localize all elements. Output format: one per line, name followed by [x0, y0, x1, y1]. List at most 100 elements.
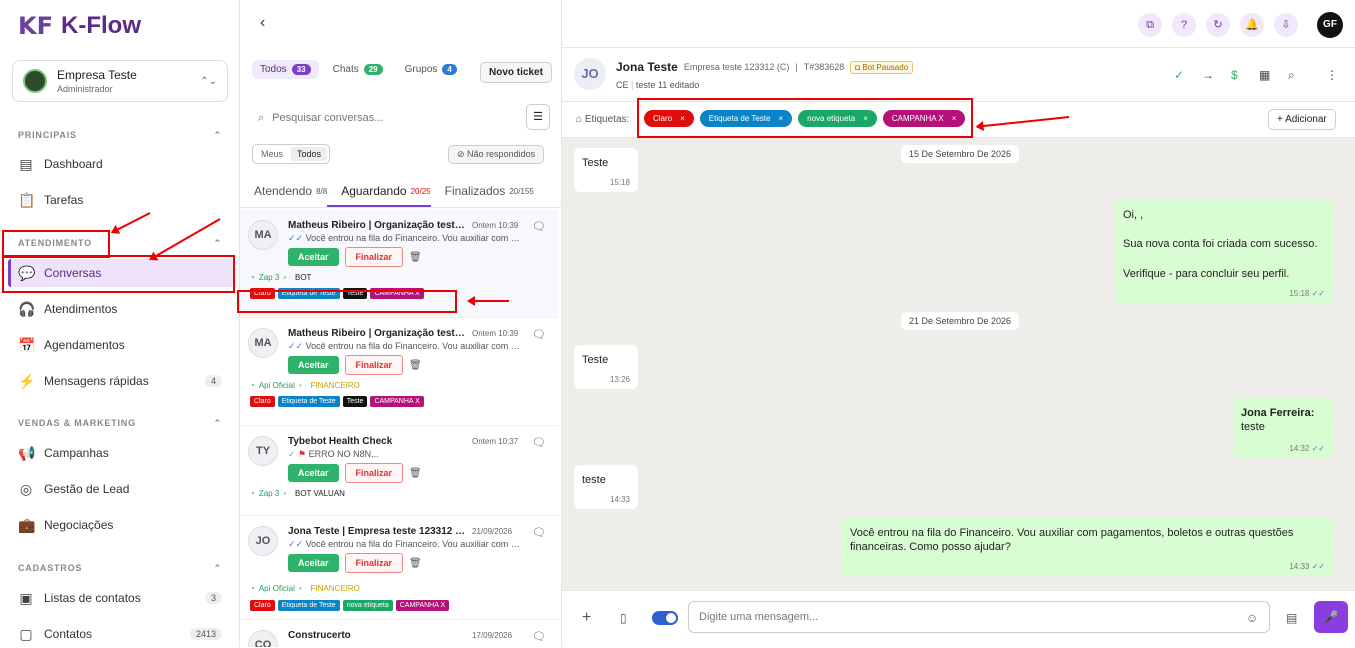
transfer-icon[interactable]: →	[1202, 68, 1214, 82]
close-icon[interactable]: ×	[778, 114, 783, 123]
conversation-item[interactable]: CO Construcerto 17/09/2026 🗨	[240, 620, 558, 647]
search-bar[interactable]: ⌕ Pesquisar conversas...	[252, 106, 522, 130]
download-cloud-icon[interactable]: ⇩	[1274, 13, 1298, 37]
section-principais[interactable]: PRINCIPAIS ⌃	[18, 130, 222, 141]
section-cadastros[interactable]: CADASTROS ⌃	[18, 563, 222, 574]
bell-icon[interactable]: 🔔	[1240, 13, 1264, 37]
sidebar-item-tarefas[interactable]: 📋 Tarefas	[18, 186, 222, 214]
new-ticket-button[interactable]: Novo ticket	[480, 62, 552, 83]
user-avatar[interactable]: GF	[1317, 12, 1343, 38]
conversation-item[interactable]: MA Matheus Ribeiro | Organização teste .…	[240, 210, 558, 318]
sidebar-item-label: Gestão de Lead	[44, 482, 130, 496]
plus-icon[interactable]: +	[582, 609, 591, 627]
resolve-icon[interactable]: ✓	[1174, 68, 1184, 82]
message-icon[interactable]: 🗨	[532, 630, 546, 643]
section-vendas-marketing[interactable]: VENDAS & MARKETING ⌃	[18, 418, 222, 429]
conversation-preview: ✓ ⚑ ERRO NO N8N...	[288, 449, 520, 460]
time-text: 15:18	[1289, 288, 1310, 298]
message-icon[interactable]: 🗨	[532, 436, 546, 449]
sidebar-item-gestao-lead[interactable]: ◎ Gestão de Lead	[18, 475, 222, 503]
chat-tag[interactable]: CAMPANHA X ×	[882, 110, 966, 127]
chat-tag[interactable]: Claro ×	[644, 110, 694, 127]
message-input[interactable]: Digite uma mensagem...	[688, 601, 1270, 633]
conversation-item[interactable]: JO Jona Teste | Empresa teste 123312 (C)…	[240, 516, 558, 620]
conversation-item[interactable]: TY Tybebot Health Check Ontem 10:37 🗨 ✓ …	[240, 426, 558, 516]
search-icon[interactable]: ⌕	[1288, 68, 1295, 83]
section-atendimento[interactable]: ATENDIMENTO ⌃	[18, 238, 222, 249]
message-outgoing[interactable]: Jona Ferreira: teste 14:32 ✓✓	[1233, 398, 1333, 458]
chat-tag[interactable]: Etiqueta de Teste ×	[699, 110, 793, 127]
tab-finalizados[interactable]: Finalizados 20/155	[431, 178, 534, 207]
accept-button[interactable]: Aceitar	[288, 554, 339, 572]
help-icon[interactable]: ?	[1172, 13, 1196, 37]
filter-todos[interactable]: Todos 33	[252, 60, 319, 79]
search-input[interactable]: Pesquisar conversas...	[272, 112, 383, 124]
filter-chats[interactable]: Chats 29	[325, 60, 391, 79]
no-reply-filter[interactable]: ⊘ Não respondidos	[448, 145, 545, 164]
conversation-tags: Claro Etiqueta de Teste Teste CAMPANHA X	[250, 288, 424, 299]
microphone-icon[interactable]: 🎤	[1314, 601, 1348, 633]
document-icon[interactable]: ▤	[1286, 611, 1297, 625]
bot-status-badge[interactable]: ◘ Bot Pausado	[850, 60, 914, 74]
file-icon[interactable]: ▯	[620, 611, 627, 625]
finish-button[interactable]: Finalizar	[344, 355, 404, 375]
accept-button[interactable]: Aceitar	[288, 464, 339, 482]
trash-icon[interactable]: 🗑	[409, 252, 422, 263]
signature-toggle[interactable]	[652, 611, 678, 625]
chat-tag[interactable]: nova etiqueta ×	[798, 110, 877, 127]
whatsapp-icon: ◔	[250, 273, 255, 282]
conversation-item[interactable]: MA Matheus Ribeiro | Organização teste .…	[240, 318, 558, 426]
clipboard-icon: 📋	[18, 191, 36, 208]
trash-icon[interactable]: 🗑	[409, 558, 422, 569]
segment-meus[interactable]: Meus	[255, 147, 289, 161]
more-vertical-icon[interactable]: ⋮	[1326, 68, 1338, 82]
message-icon[interactable]: 🗨	[532, 220, 546, 233]
accept-button[interactable]: Aceitar	[288, 248, 339, 266]
close-icon[interactable]: ×	[952, 114, 957, 123]
trash-icon[interactable]: 🗑	[409, 468, 422, 479]
company-selector[interactable]: Empresa Teste Administrador ⌃⌄	[12, 60, 228, 102]
contact-name[interactable]: Jona Teste	[616, 60, 678, 74]
chats-icon[interactable]: ⧉	[1138, 13, 1162, 37]
emoji-icon[interactable]: ☺	[1246, 611, 1258, 625]
filter-settings-button[interactable]: ☰	[526, 104, 550, 130]
finish-button[interactable]: Finalizar	[344, 553, 404, 573]
filter-label: Todos	[260, 64, 287, 75]
sidebar-item-campanhas[interactable]: 📢 Campanhas	[18, 439, 222, 467]
message-icon[interactable]: 🗨	[532, 328, 546, 341]
message-incoming[interactable]: Teste 13:26	[574, 345, 638, 389]
calendar-icon[interactable]: ▦	[1259, 68, 1270, 82]
message-line: Verifique - para concluir seu perfil.	[1123, 267, 1290, 280]
tab-atendendo[interactable]: Atendendo 8/8	[240, 178, 327, 207]
dollar-icon[interactable]: $	[1231, 68, 1238, 82]
accept-button[interactable]: Aceitar	[288, 356, 339, 374]
add-tag-button[interactable]: + Adicionar	[1268, 109, 1336, 130]
sidebar-item-contatos[interactable]: ▢ Contatos 2413	[18, 620, 222, 648]
message-outgoing[interactable]: Oi, , Sua nova conta foi criada com suce…	[1115, 200, 1333, 303]
refresh-icon[interactable]: ↻	[1206, 13, 1230, 37]
brand-logo[interactable]: KF K-Flow	[18, 12, 141, 40]
message-outgoing[interactable]: Você entrou na fila do Financeiro. Vou a…	[842, 518, 1333, 576]
tab-aguardando[interactable]: Aguardando 20/25	[327, 178, 431, 207]
filter-grupos[interactable]: Grupos 4	[397, 60, 465, 79]
contact-avatar[interactable]: JO	[574, 58, 606, 90]
sidebar-item-agendamentos[interactable]: 📅 Agendamentos	[18, 331, 222, 359]
finish-button[interactable]: Finalizar	[344, 463, 404, 483]
message-icon[interactable]: 🗨	[532, 526, 546, 539]
message-incoming[interactable]: teste 14:33	[574, 465, 638, 509]
message-incoming[interactable]: Teste 15:18	[574, 148, 638, 192]
close-icon[interactable]: ×	[680, 114, 685, 123]
sidebar-item-listas-contatos[interactable]: ▣ Listas de contatos 3	[18, 584, 222, 612]
message-text: teste	[582, 474, 606, 486]
sidebar-item-conversas[interactable]: 💬 Conversas	[8, 259, 234, 287]
back-icon[interactable]: ‹	[260, 14, 265, 32]
sidebar-item-atendimentos[interactable]: 🎧 Atendimentos	[18, 295, 222, 323]
tag: Etiqueta de Teste	[277, 288, 340, 299]
segment-todos[interactable]: Todos	[291, 147, 328, 161]
finish-button[interactable]: Finalizar	[344, 247, 404, 267]
sidebar-item-mensagens-rapidas[interactable]: ⚡ Mensagens rápidas 4	[18, 367, 222, 395]
trash-icon[interactable]: 🗑	[409, 360, 422, 371]
sidebar-item-negociacoes[interactable]: 💼 Negociações	[18, 511, 222, 539]
sidebar-item-dashboard[interactable]: ▤ Dashboard	[18, 150, 222, 178]
close-icon[interactable]: ×	[863, 114, 868, 123]
